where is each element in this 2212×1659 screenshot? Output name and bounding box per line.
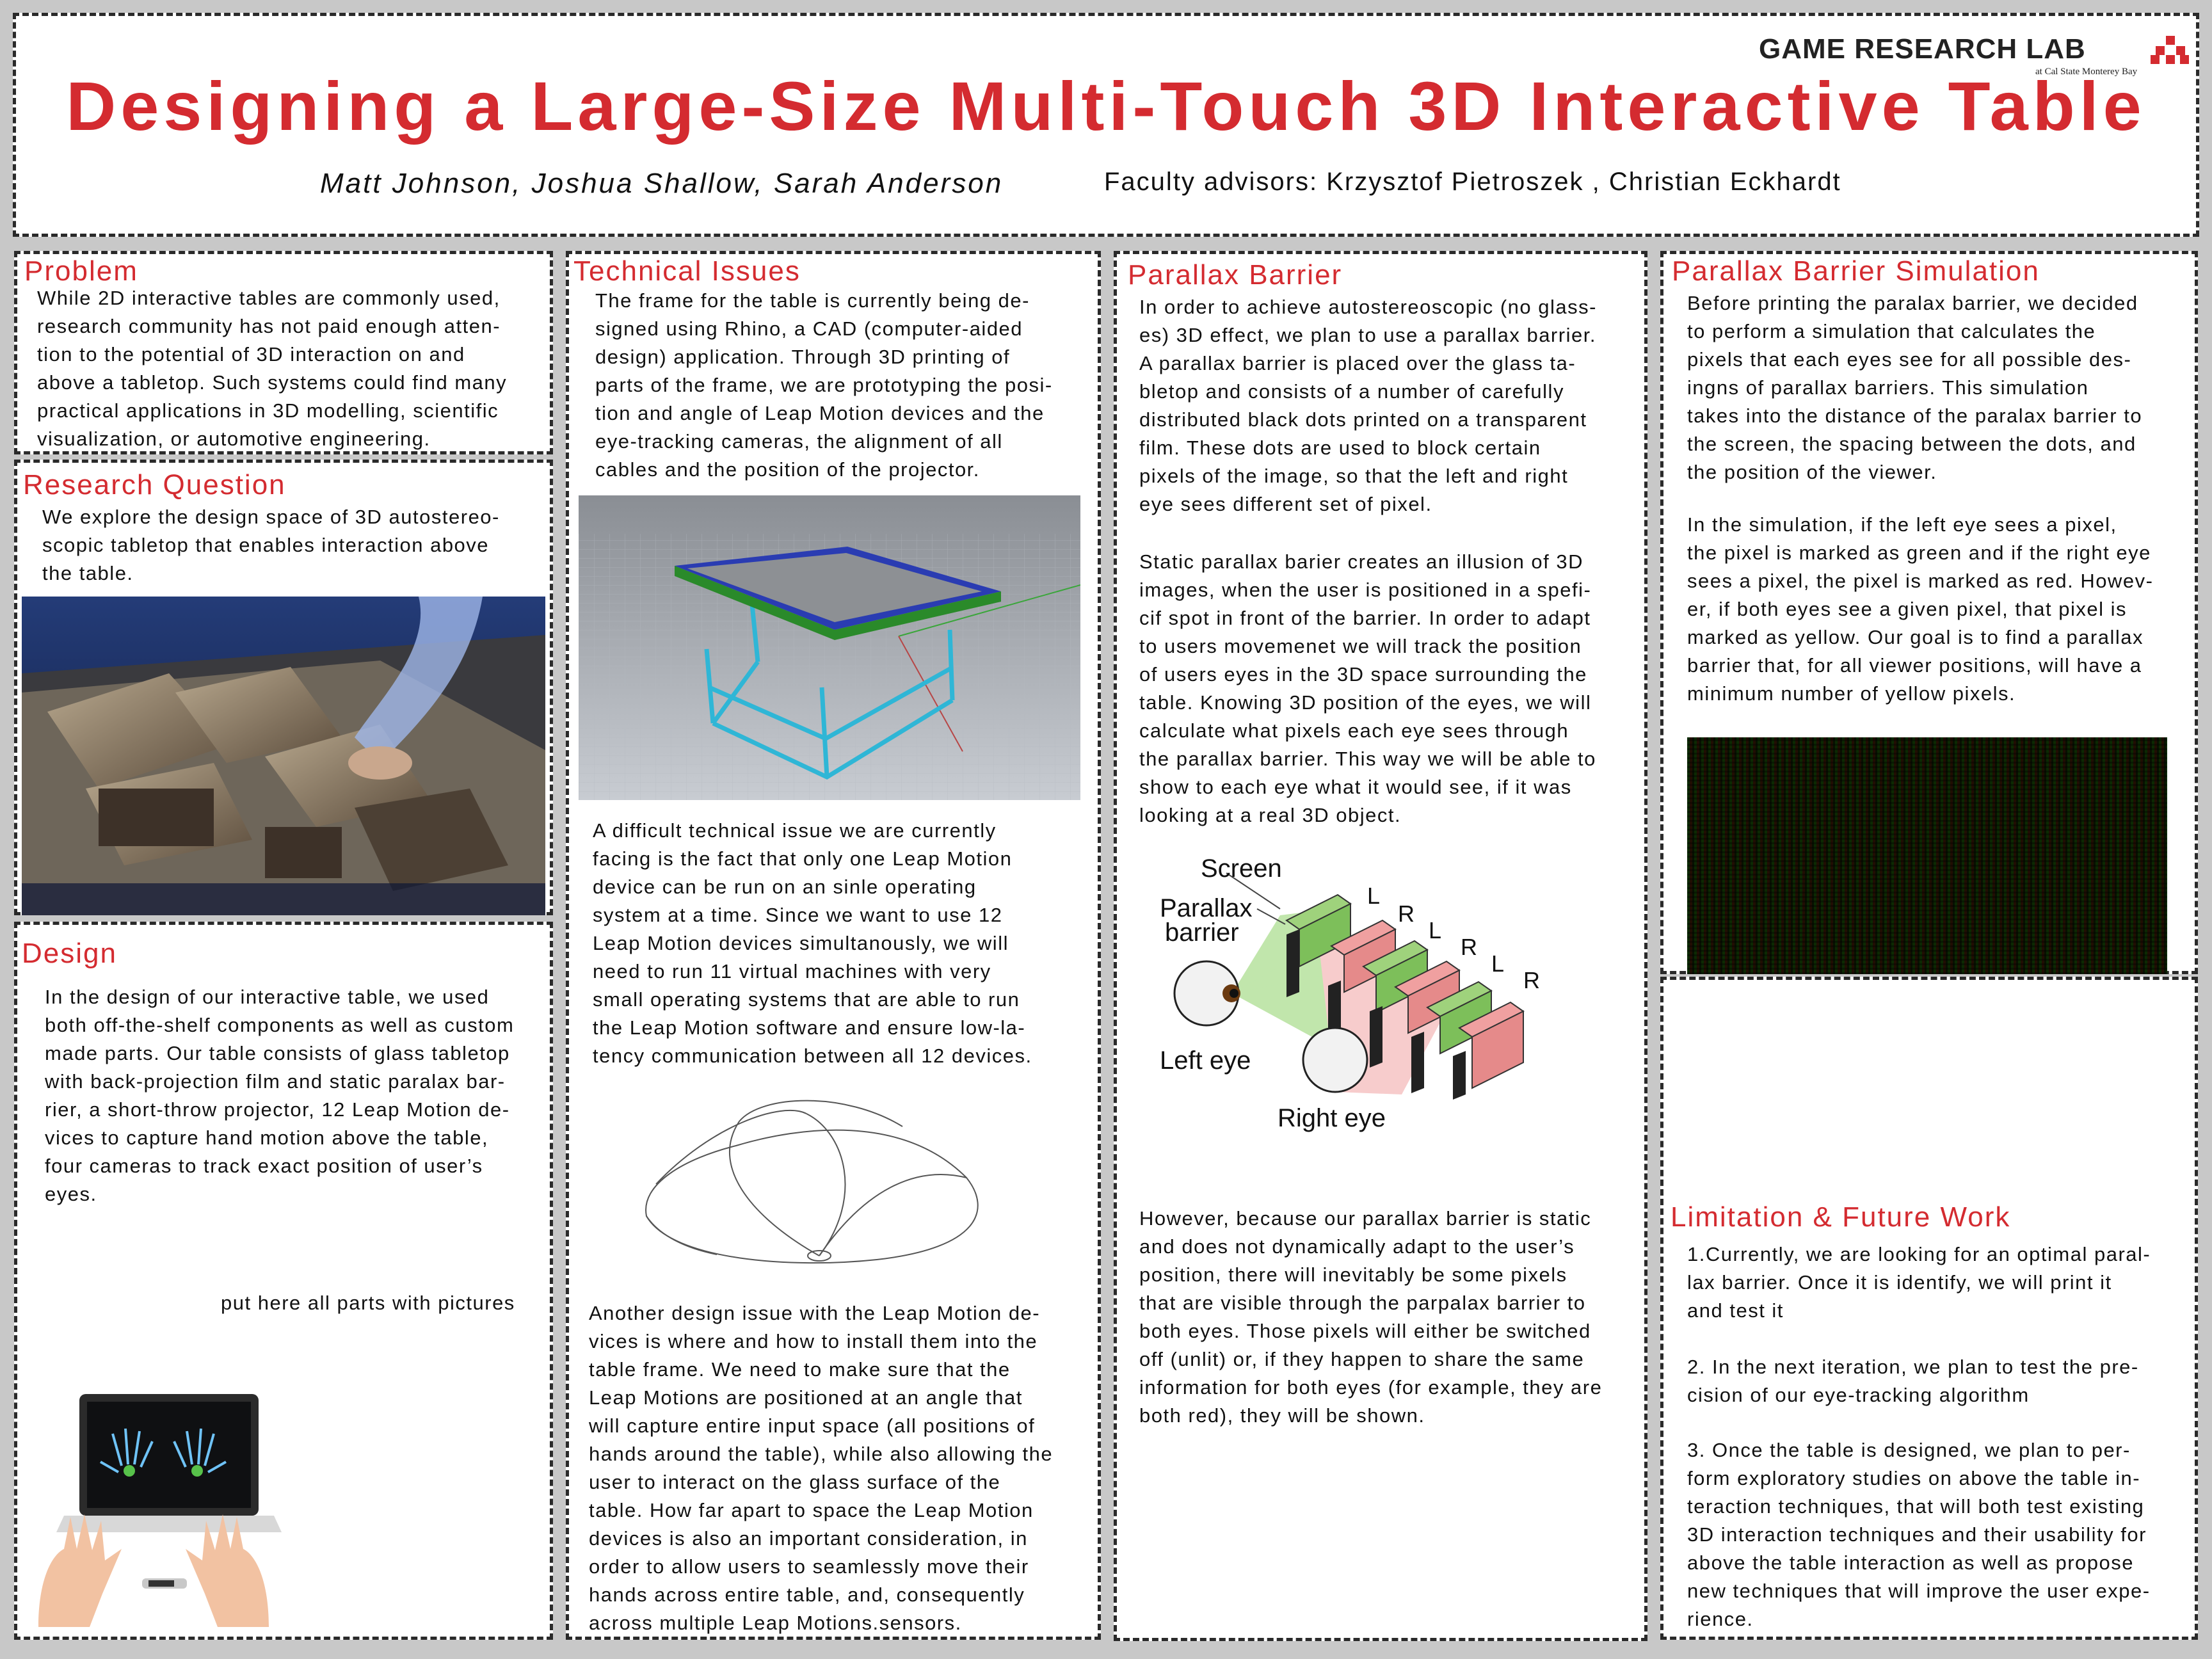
research-question-paragraph: We explore the design space of 3D autost… <box>42 506 500 584</box>
design-text: In the design of our interactive table, … <box>45 983 544 1208</box>
poster-title: Designing a Large-Size Multi-Touch 3D In… <box>66 67 2146 145</box>
diagram-label-left-eye: Left eye <box>1160 1046 1251 1075</box>
parallax-barrier-paragraph-3: However, because our parallax barrier is… <box>1139 1207 1603 1427</box>
limitation-text-3: 3. Once the table is designed, we plan t… <box>1687 1436 2186 1633</box>
parallax-barrier-heading: Parallax Barrier <box>1128 259 1343 291</box>
design-note: put here all parts with pictures <box>221 1292 515 1314</box>
simulation-paragraph-1: Before printing the paralax barrier, we … <box>1687 292 2143 483</box>
parallax-barrier-paragraph-2: Static parallax barier creates an illusi… <box>1139 550 1596 826</box>
design-paragraph: In the design of our interactive table, … <box>45 986 515 1205</box>
problem-paragraph: While 2D interactive tables are commonly… <box>37 287 508 450</box>
limitation-text-1: 1.Currently, we are looking for an optim… <box>1687 1240 2186 1325</box>
limitation-paragraph-3: 3. Once the table is designed, we plan t… <box>1687 1439 2151 1630</box>
simulation-heading: Parallax Barrier Simulation <box>1672 255 2040 287</box>
simulation-pixel-pattern <box>1687 737 2167 974</box>
parallax-barrier-paragraph-1: In order to achieve autostereoscopic (no… <box>1139 296 1597 515</box>
lab-logo-squares <box>2151 36 2189 64</box>
leap-motion-laptop-image <box>26 1389 282 1627</box>
parallax-barrier-diagram: Screen Parallax barrier Left eye Right e… <box>1152 845 1562 1139</box>
problem-heading: Problem <box>24 255 138 287</box>
diagram-label-screen: Screen <box>1201 854 1282 883</box>
design-heading: Design <box>22 938 117 969</box>
technical-issues-paragraph-3: Another design issue with the Leap Motio… <box>589 1302 1054 1634</box>
village-tabletop-photo <box>22 597 545 915</box>
diagram-label-r2: R <box>1461 934 1477 960</box>
limitation-heading: Limitation & Future Work <box>1671 1201 2011 1233</box>
technical-issues-paragraph-2: A difficult technical issue we are curre… <box>593 819 1032 1067</box>
technical-issues-text-2: A difficult technical issue we are curre… <box>593 817 1092 1070</box>
simulation-paragraph-2: In the simulation, if the left eye sees … <box>1687 513 2154 705</box>
diagram-label-r1: R <box>1398 901 1415 927</box>
leap-motion-interaction-space-diagram <box>634 1088 992 1274</box>
diagram-label-l2: L <box>1429 917 1441 943</box>
diagram-label-barrier-2: barrier <box>1165 918 1239 947</box>
research-question-heading: Research Question <box>23 469 286 501</box>
simulation-text-2: In the simulation, if the left eye sees … <box>1687 511 2186 708</box>
limitation-text-2: 2. In the next iteration, we plan to tes… <box>1687 1353 2186 1409</box>
parallax-barrier-text-3: However, because our parallax barrier is… <box>1139 1205 1639 1430</box>
simulation-text-1: Before printing the paralax barrier, we … <box>1687 289 2186 486</box>
technical-issues-heading: Technical Issues <box>573 255 801 287</box>
parallax-barrier-text-1: In order to achieve autostereoscopic (no… <box>1139 293 1639 518</box>
research-question-text: We explore the design space of 3D autost… <box>42 503 541 588</box>
parallax-barrier-text-2: Static parallax barier creates an illusi… <box>1139 548 1639 830</box>
advisors: Faculty advisors: Krzysztof Pietroszek ,… <box>1104 168 1841 196</box>
diagram-label-right-eye: Right eye <box>1278 1104 1386 1132</box>
diagram-label-l3: L <box>1491 950 1504 977</box>
limitation-paragraph-1: 1.Currently, we are looking for an optim… <box>1687 1243 2151 1322</box>
diagram-label-l1: L <box>1367 883 1380 909</box>
technical-issues-text-1: The frame for the table is currently bei… <box>595 287 1094 484</box>
problem-text: While 2D interactive tables are commonly… <box>37 284 543 453</box>
technical-issues-paragraph-1: The frame for the table is currently bei… <box>595 289 1053 481</box>
limitation-paragraph-2: 2. In the next iteration, we plan to tes… <box>1687 1356 2139 1406</box>
rhino-table-frame-render <box>579 495 1080 800</box>
diagram-label-r3: R <box>1523 967 1540 993</box>
lab-name: GAME RESEARCH LAB <box>1759 33 2086 65</box>
authors: Matt Johnson, Joshua Shallow, Sarah Ande… <box>320 168 1004 199</box>
technical-issues-text-3: Another design issue with the Leap Motio… <box>589 1299 1088 1637</box>
